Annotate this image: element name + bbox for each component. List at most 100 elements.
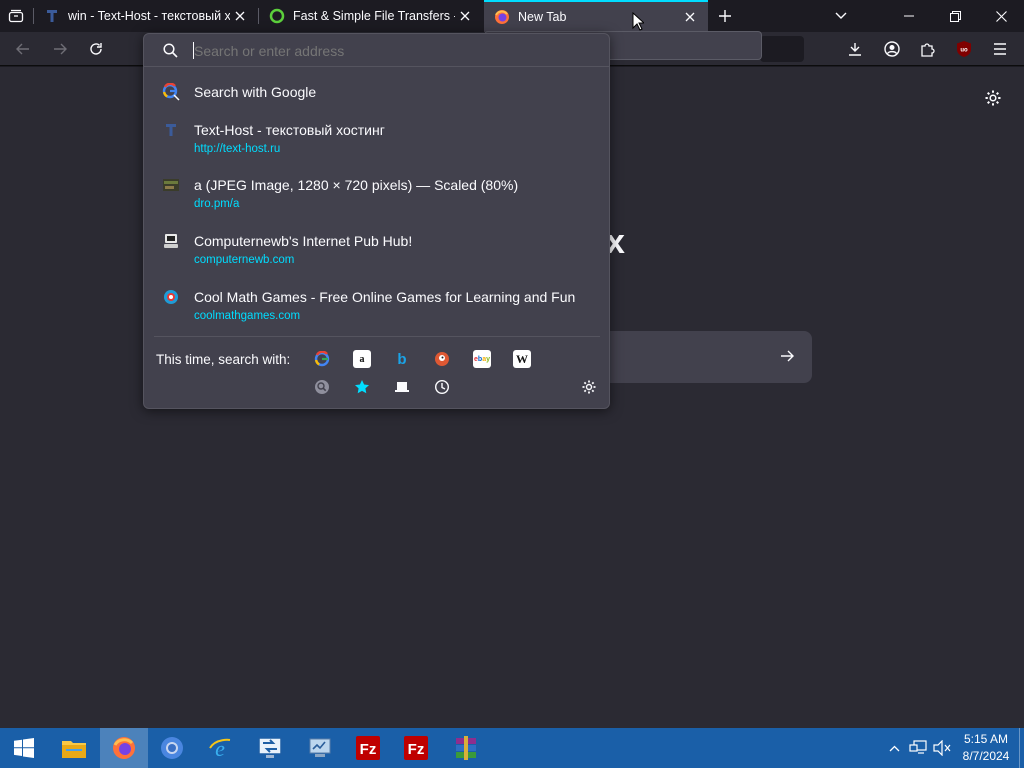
system-app-taskbar[interactable] bbox=[296, 728, 344, 768]
suggestion-jpeg-image[interactable]: a (JPEG Image, 1280 × 720 pixels) — Scal… bbox=[144, 173, 609, 217]
arrow-left-icon bbox=[16, 43, 29, 55]
minimize-button[interactable] bbox=[886, 0, 932, 32]
mouse-cursor bbox=[632, 12, 644, 31]
arrow-right-icon[interactable] bbox=[780, 350, 794, 362]
reload-icon bbox=[90, 43, 102, 55]
svg-text:uo: uo bbox=[960, 48, 968, 54]
ublock-origin-button[interactable]: uo bbox=[952, 37, 976, 61]
suggestion-computernewb[interactable]: Computernewb's Internet Pub Hub! compute… bbox=[144, 229, 609, 273]
firefox-icon bbox=[113, 737, 135, 759]
puzzle-icon bbox=[921, 43, 935, 57]
urlbar-input-row[interactable] bbox=[144, 34, 609, 67]
start-button[interactable] bbox=[0, 728, 48, 768]
tab-title: New Tab bbox=[518, 10, 567, 24]
suggestion-title: Text-Host - текстовый хостинг bbox=[194, 122, 385, 138]
back-button[interactable] bbox=[11, 37, 35, 61]
volume-muted-icon bbox=[933, 740, 951, 756]
svg-text:Fz: Fz bbox=[408, 741, 425, 758]
bookmarks-star-icon[interactable] bbox=[353, 378, 371, 396]
restore-icon bbox=[949, 10, 961, 22]
svg-text:Fz: Fz bbox=[360, 741, 377, 758]
close-icon[interactable] bbox=[230, 6, 250, 26]
tabs-icon[interactable] bbox=[393, 378, 411, 396]
app-menu-button[interactable] bbox=[988, 37, 1012, 61]
tab-overflow-button[interactable] bbox=[830, 6, 852, 26]
forward-button[interactable] bbox=[48, 37, 72, 61]
tab-strip: win - Text-Host - текстовый хос Fast & S… bbox=[0, 0, 1024, 32]
hamburger-menu-icon bbox=[994, 43, 1006, 55]
customize-new-tab-button[interactable] bbox=[982, 87, 1004, 109]
arrow-right-icon bbox=[54, 43, 67, 55]
network-icon bbox=[909, 740, 927, 754]
ebay-icon[interactable]: ebay bbox=[473, 350, 491, 368]
duckduckgo-icon[interactable] bbox=[433, 350, 451, 368]
new-tab-button[interactable] bbox=[714, 6, 736, 26]
file-explorer-taskbar[interactable] bbox=[50, 728, 98, 768]
downloads-button[interactable] bbox=[843, 37, 867, 61]
coolmath-icon bbox=[162, 288, 180, 306]
texthost-icon bbox=[162, 121, 180, 139]
tab-manager-icon bbox=[8, 9, 24, 23]
show-hidden-icons-button[interactable] bbox=[886, 740, 902, 756]
restore-button[interactable] bbox=[932, 0, 978, 32]
winrar-icon bbox=[456, 736, 476, 760]
tab-title: win - Text-Host - текстовый хос bbox=[68, 9, 230, 23]
reload-button[interactable] bbox=[84, 37, 108, 61]
clock-date: 8/7/2024 bbox=[962, 749, 1010, 763]
suggestion-texthost[interactable]: Text-Host - текстовый хостинг http://tex… bbox=[144, 118, 609, 162]
clock-time: 5:15 AM bbox=[963, 732, 1009, 746]
volume-tray-button[interactable] bbox=[932, 739, 952, 757]
tab-new-tab[interactable]: New Tab bbox=[484, 0, 708, 32]
network-tray-button[interactable] bbox=[908, 739, 928, 757]
computernewb-icon bbox=[162, 232, 180, 250]
ublock-origin-icon: uo bbox=[957, 41, 971, 57]
suggestion-search-google[interactable]: Search with Google bbox=[144, 80, 609, 104]
suggestion-title: Search with Google bbox=[194, 84, 317, 100]
filezilla-icon: Fz bbox=[356, 736, 380, 760]
urlbar-background bbox=[760, 36, 804, 62]
filezilla-taskbar[interactable]: Fz bbox=[344, 728, 392, 768]
system-app-icon bbox=[309, 738, 331, 757]
search-settings-gear-icon[interactable] bbox=[580, 378, 598, 396]
suggestion-url: http://text-host.ru bbox=[194, 143, 281, 155]
firefox-taskbar[interactable] bbox=[100, 728, 148, 768]
urlbar-input[interactable] bbox=[194, 40, 594, 62]
search-icon[interactable] bbox=[313, 378, 331, 396]
bing-icon[interactable]: b bbox=[393, 350, 411, 368]
close-icon[interactable] bbox=[680, 7, 700, 27]
close-window-button[interactable] bbox=[978, 0, 1024, 32]
google-icon bbox=[162, 83, 180, 101]
chevron-up-icon bbox=[889, 745, 899, 751]
suggestion-coolmathgames[interactable]: Cool Math Games - Free Online Games for … bbox=[144, 285, 609, 329]
history-icon[interactable] bbox=[433, 378, 451, 396]
search-icon bbox=[163, 43, 178, 58]
list-all-tabs-button[interactable] bbox=[4, 6, 28, 26]
suggestion-title: Cool Math Games - Free Online Games for … bbox=[194, 289, 576, 305]
minimize-icon bbox=[904, 15, 914, 17]
firefox-icon bbox=[494, 9, 510, 25]
remote-app-taskbar[interactable] bbox=[246, 728, 294, 768]
account-icon bbox=[884, 41, 900, 57]
filezilla-server-taskbar[interactable]: Fz bbox=[392, 728, 440, 768]
tab-dropm[interactable]: Fast & Simple File Transfers - File bbox=[259, 0, 483, 32]
chromium-taskbar[interactable] bbox=[148, 728, 196, 768]
clock[interactable]: 5:15 AM 8/7/2024 bbox=[956, 731, 1016, 765]
texthost-icon bbox=[44, 8, 60, 24]
google-icon[interactable] bbox=[313, 350, 331, 368]
amazon-icon[interactable]: a bbox=[353, 350, 371, 368]
close-icon[interactable] bbox=[455, 6, 475, 26]
account-button[interactable] bbox=[880, 37, 904, 61]
extensions-button[interactable] bbox=[916, 37, 940, 61]
filezilla-icon: Fz bbox=[404, 736, 428, 760]
windows-start-icon bbox=[14, 738, 34, 758]
wikipedia-icon[interactable]: W bbox=[513, 350, 531, 368]
chromium-icon bbox=[161, 737, 183, 759]
winrar-taskbar[interactable] bbox=[442, 728, 490, 768]
tab-texthost[interactable]: win - Text-Host - текстовый хос bbox=[34, 0, 258, 32]
show-desktop-button[interactable] bbox=[1019, 728, 1024, 768]
suggestion-url: computernewb.com bbox=[194, 254, 295, 266]
gear-icon bbox=[985, 90, 1001, 106]
internet-explorer-taskbar[interactable]: e bbox=[196, 728, 244, 768]
suggestion-url: coolmathgames.com bbox=[194, 310, 301, 322]
plus-icon bbox=[719, 10, 731, 22]
